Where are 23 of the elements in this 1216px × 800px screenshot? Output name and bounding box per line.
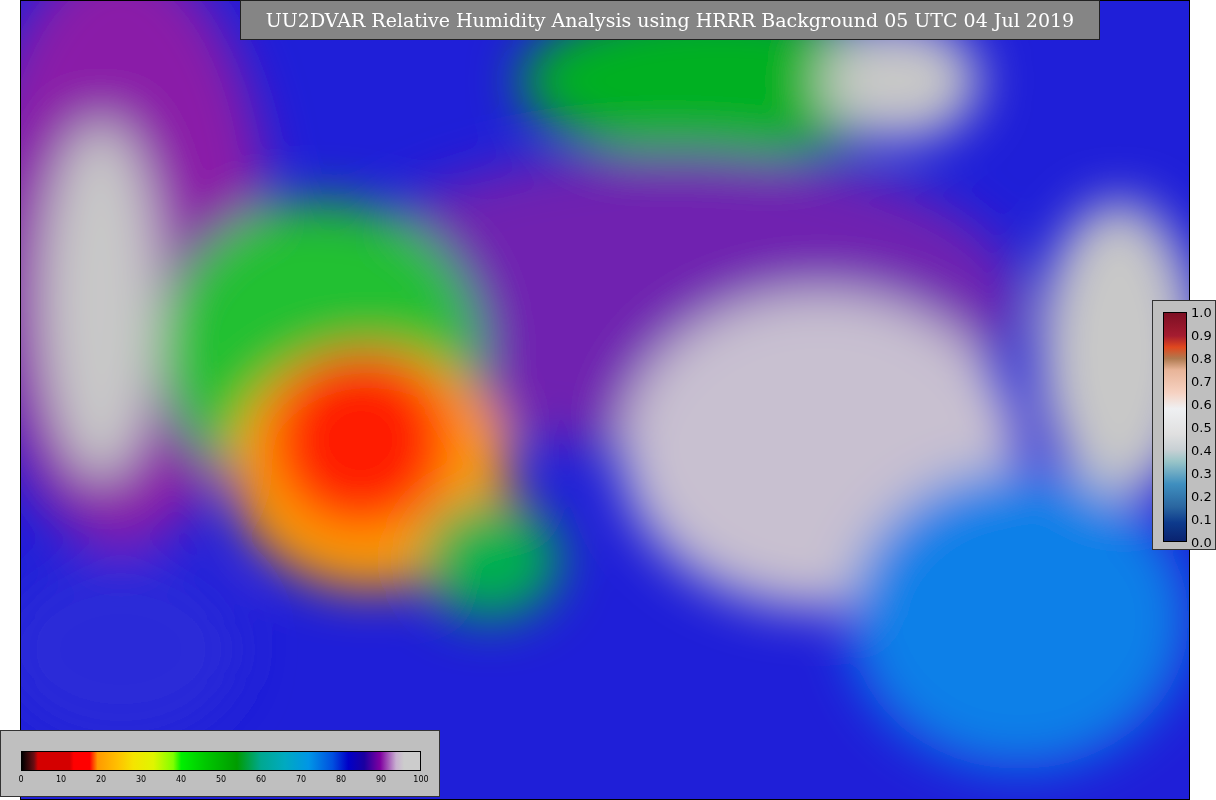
scale-tick-label: 0.1: [1191, 511, 1212, 527]
scale-tick-label: 50: [215, 775, 227, 784]
scale-tick-label: 0.6: [1191, 396, 1212, 412]
scale-tick-label: 100: [413, 775, 429, 784]
map-title: UU2DVAR Relative Humidity Analysis using HRRR Background 05 UTC 04 Jul 2019: [240, 0, 1100, 40]
scale-tick-label: 40: [175, 775, 187, 784]
scale-tick-label: 0.8: [1191, 350, 1212, 366]
scale-tick-label: 30: [135, 775, 147, 784]
scale-tick-label: 0.2: [1191, 488, 1212, 504]
scale-tick-label: 60: [255, 775, 267, 784]
scale-tick-label: 70: [295, 775, 307, 784]
scale-tick-label: 0.3: [1191, 465, 1212, 481]
scale-tick-label: 0.0: [1191, 534, 1212, 550]
scale-tick-label: 80: [335, 775, 347, 784]
scale-tick-label: 1.0: [1191, 304, 1212, 320]
scale-tick-label: 0.9: [1191, 327, 1212, 343]
scale-tick-label: 0: [18, 775, 24, 784]
scale-tick-label: 10: [55, 775, 67, 784]
scale-tick-label: 20: [95, 775, 107, 784]
scale-tick-label: 0.7: [1191, 373, 1212, 389]
scale-tick-label: 0.5: [1191, 419, 1212, 435]
scale-tick-label: 90: [375, 775, 387, 784]
scale-tick-label: 0.4: [1191, 442, 1212, 458]
